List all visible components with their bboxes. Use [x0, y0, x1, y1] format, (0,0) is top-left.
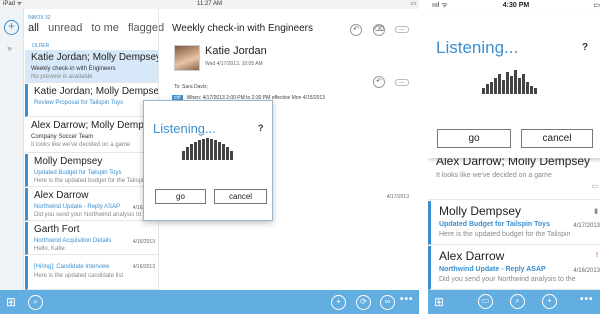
inbox-header: INBOX 32 — [28, 15, 51, 21]
message-from: Alex Darrow — [439, 249, 505, 263]
message-from: Molly Dempsey — [439, 204, 522, 218]
message-from: Katie Jordan; Molly Dempsey — [31, 52, 158, 63]
attachment-icon: ▮ — [594, 208, 598, 215]
compose-button[interactable]: + — [4, 20, 19, 35]
more-icon[interactable]: ••• — [580, 294, 594, 305]
clock: 11:27 AM — [197, 1, 222, 7]
message-from: Alex Darrow — [34, 190, 89, 201]
message-from: Alex Darrow; Molly Dempsey — [436, 158, 591, 168]
filter-all[interactable]: all — [28, 22, 39, 34]
inbox-label: INBOX — [28, 15, 44, 21]
message-list-item[interactable]: Alex Darrow Northwind Update - Reply ASA… — [428, 246, 600, 290]
message-subject: Review Proposal for Tailspin Toys — [34, 100, 124, 106]
message-preview: Here is the updated budget for the Tails… — [34, 178, 147, 184]
more-options-icon[interactable]: … — [395, 26, 409, 33]
message-preview: Here is the updated candidate list — [34, 273, 124, 279]
message-subject: Updated Budget for Tailspin Toys — [34, 170, 122, 176]
message-date: 4/16/2013 — [132, 264, 155, 270]
filter-unread[interactable]: unread — [48, 22, 82, 34]
message-from: Katie Jordan; Molly Dempsey — [34, 86, 158, 97]
infinity-icon[interactable]: ∞ — [380, 295, 395, 310]
message-list-item[interactable]: Garth Fort Northwind Acquisition Details… — [25, 222, 158, 255]
listening-dialog: Listening... ? go cancel — [143, 100, 273, 221]
message-date: 4/16/2013 — [132, 239, 155, 245]
iphone-status-bar: ıııl ᯤ 4:30 PM ▭ — [428, 0, 600, 12]
message-subject: Company Soccer Team — [31, 134, 94, 140]
calendar-icon: ▭ — [148, 55, 154, 61]
dialog-title: Listening... — [153, 121, 216, 136]
ipad-screen: iPad ᯤ 11:27 AM ▭ + » INBOX 32 all unrea… — [0, 0, 419, 314]
message-preview: Hello, Katie. — [34, 246, 67, 252]
message-list-item[interactable]: Alex Darrow; Molly Dempsey Company Socce… — [25, 118, 158, 153]
message-preview: It looks like we've decided on a game — [31, 142, 131, 148]
expand-folders-icon[interactable]: » — [7, 43, 12, 53]
audio-level-icon — [182, 138, 233, 160]
message-from: Molly Dempsey — [34, 156, 103, 167]
go-button[interactable]: go — [155, 189, 206, 204]
reading-subject: Weekly check-in with Engineers — [172, 23, 313, 34]
reply-all-icon[interactable]: ↶ — [373, 76, 385, 88]
message-subject: Weekly check-in with Engineers — [31, 66, 116, 72]
message-from: Alex Darrow; Molly Dempsey — [31, 120, 158, 131]
message-list-item[interactable]: Katie Jordan; Molly Dempsey Review Propo… — [25, 84, 158, 117]
folder-icon[interactable]: ▭ — [478, 294, 493, 309]
message-list-item[interactable]: Alex Darrow Northwind Update - Reply ASA… — [25, 188, 158, 221]
filter-bar: all unread to me flagged — [28, 22, 170, 34]
message-date: 4/16/2013 — [573, 268, 600, 274]
older-section-label: OLDER — [32, 43, 50, 49]
message-subject: Northwind Update - Reply ASAP — [439, 266, 546, 273]
app-bar: ⊞ ⌕ + ⟳ ∞ ••• — [0, 290, 419, 314]
grid-icon[interactable]: ⊞ — [434, 296, 444, 308]
battery-icon: ▭ — [593, 2, 600, 9]
message-from: Garth Fort — [34, 224, 80, 235]
ipad-status-bar: iPad ᯤ 11:27 AM ▭ — [0, 0, 419, 9]
message-list-item[interactable]: Molly Dempsey Updated Budget for Tailspi… — [428, 201, 600, 245]
iphone-screen: ıııl ᯤ 4:30 PM ▭ Listening... ? go cance… — [424, 0, 600, 314]
message-subject: Northwind Update - Reply ASAP — [34, 204, 121, 210]
cancel-button[interactable]: cancel — [521, 129, 593, 148]
message-date: 4/17/2013 — [573, 223, 600, 229]
message-date: 4/17/2013 — [386, 194, 409, 200]
listening-dialog: Listening... ? go cancel — [428, 12, 600, 158]
reply-icon[interactable]: ↶ — [350, 24, 362, 36]
calendar-icon: ▭ — [591, 183, 598, 190]
audio-level-icon — [482, 70, 537, 94]
to-line: To: Sara Davis; — [174, 84, 208, 90]
message-preview: No preview is available — [31, 74, 93, 80]
dialog-title: Listening... — [436, 38, 519, 57]
importance-icon: ! — [596, 252, 598, 259]
app-bar: ⊞ ▭ ⌕ + ••• — [428, 290, 600, 314]
message-subject: Updated Budget for Tailspin Toys — [439, 221, 550, 228]
help-icon[interactable]: ? — [582, 42, 588, 53]
add-icon[interactable]: + — [331, 295, 346, 310]
message-list-item[interactable]: Katie Jordan; Molly Dempsey Weekly check… — [25, 50, 158, 83]
go-button[interactable]: go — [437, 129, 511, 148]
clock: 4:30 PM — [502, 2, 530, 9]
sync-icon[interactable]: ⟳ — [356, 295, 371, 310]
cancel-button[interactable]: cancel — [214, 189, 267, 204]
add-icon[interactable]: + — [542, 294, 557, 309]
battery-icon: ▭ — [410, 1, 416, 7]
inbox-count: 32 — [44, 15, 51, 21]
search-icon[interactable]: ⌕ — [28, 295, 43, 310]
help-icon[interactable]: ? — [258, 123, 264, 133]
avatar — [174, 45, 200, 71]
sent-date: Wed 4/17/2013, 10:05 AM — [205, 61, 263, 67]
grid-icon[interactable]: ⊞ — [6, 296, 16, 308]
message-list-item[interactable]: Alex Darrow; Molly Dempsey It looks like… — [428, 158, 600, 200]
message-list-item[interactable]: Molly Dempsey Updated Budget for Tailspi… — [25, 154, 158, 187]
more-actions-icon[interactable]: … — [395, 79, 409, 86]
message-list-item[interactable]: [Hiring]: Candidate Interview Here is th… — [25, 256, 158, 290]
search-icon[interactable]: ⌕ — [510, 294, 525, 309]
message-preview: Did you send your Northwind analysis to … — [34, 212, 152, 218]
message-preview: It looks like we've decided on a game — [436, 172, 552, 179]
message-subject: Northwind Acquisition Details — [34, 238, 112, 244]
message-preview: Did you send your Northwind analysis to … — [439, 276, 576, 283]
sender-name: Katie Jordan — [205, 45, 267, 57]
message-preview: Here is the updated budget for the Tails… — [439, 231, 571, 238]
filter-to-me[interactable]: to me — [91, 22, 119, 34]
more-icon[interactable]: ••• — [400, 294, 414, 305]
delete-icon[interactable]: ⌫ — [373, 24, 385, 36]
message-subject: [Hiring]: Candidate Interview — [34, 264, 110, 270]
